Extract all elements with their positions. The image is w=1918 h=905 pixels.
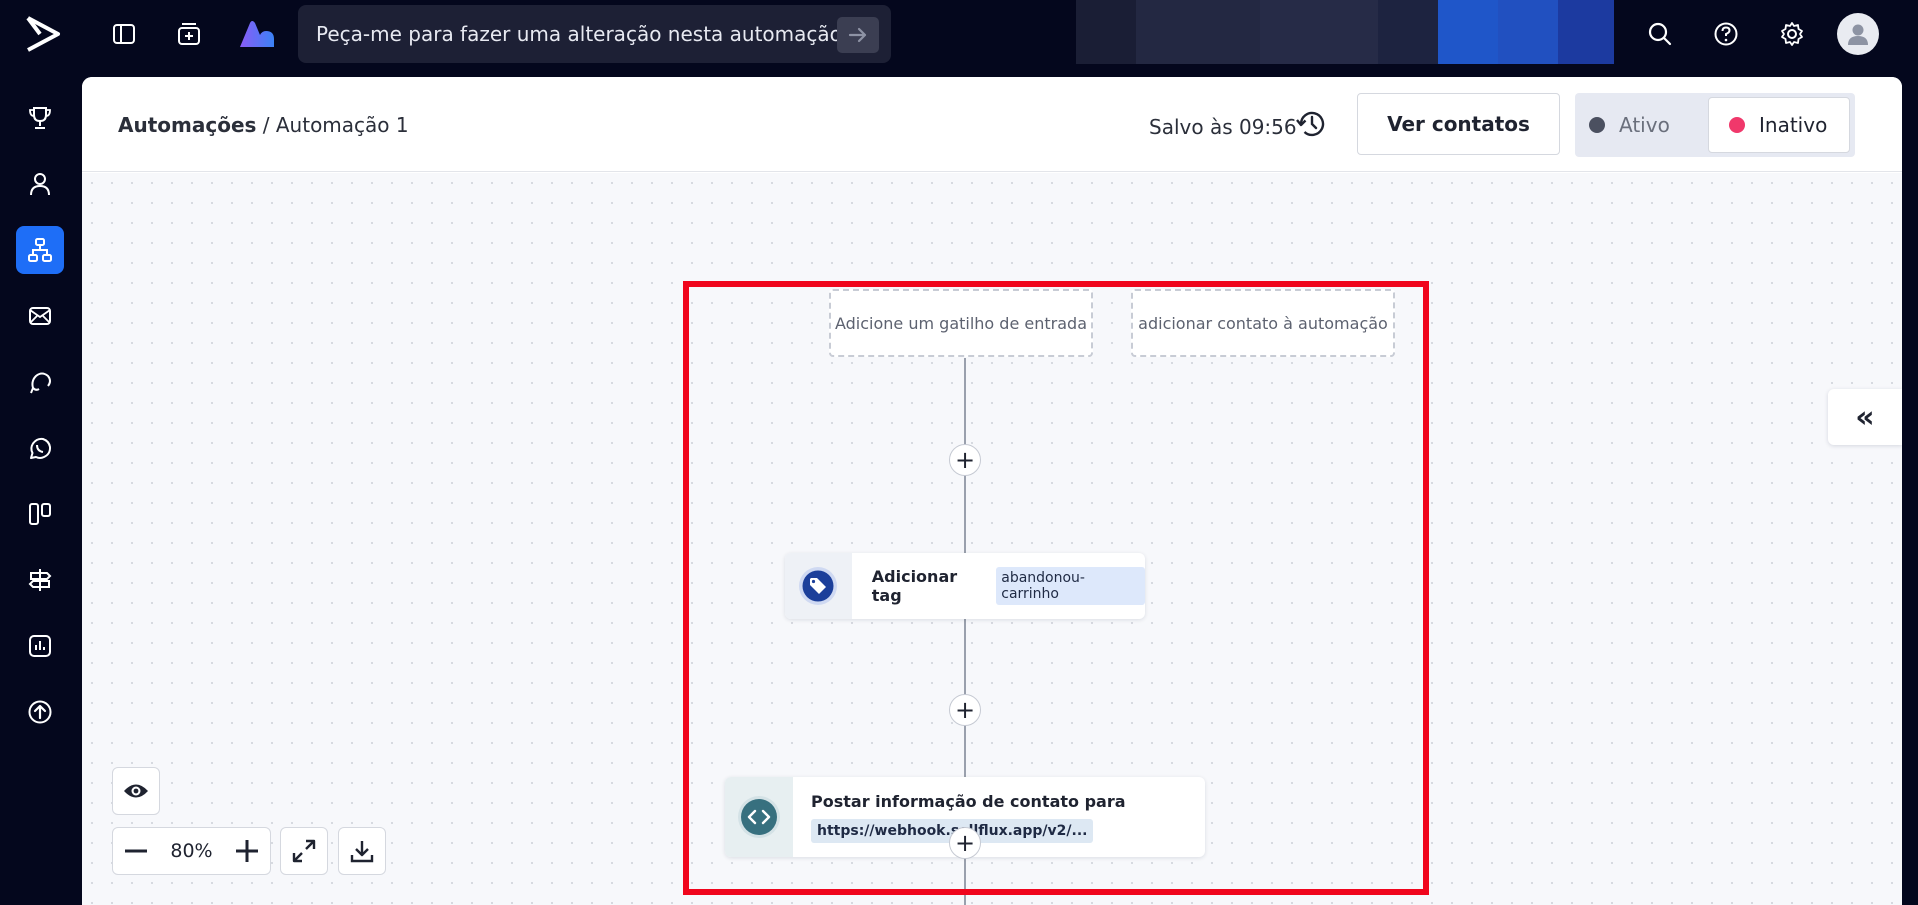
user-avatar[interactable]	[1837, 13, 1879, 55]
search-icon[interactable]	[1644, 18, 1676, 50]
trophy-icon	[29, 107, 51, 129]
minus-icon	[125, 849, 147, 853]
upload-circle-icon	[28, 700, 52, 724]
history-icon[interactable]	[1295, 107, 1329, 141]
zoom-level: 80%	[170, 840, 213, 862]
signpost-icon	[28, 569, 52, 591]
whatsapp-icon	[30, 437, 52, 459]
toggle-active-option[interactable]: Ativo	[1589, 97, 1701, 153]
entry-trigger-placeholder[interactable]: Adicione um gatilho de entrada	[829, 289, 1093, 357]
breadcrumb: Automações / Automação 1	[118, 113, 409, 137]
promo-banner[interactable]	[1076, 0, 1614, 64]
gear-icon[interactable]	[1776, 18, 1808, 50]
tag-node-icon-area	[785, 553, 852, 619]
webhook-node-icon-area	[725, 777, 793, 857]
tag-icon	[799, 567, 838, 605]
add-tag-node[interactable]: Adicionar tag abandonou-carrinho	[785, 553, 1145, 619]
webhook-node-label: Postar informação de contato para	[811, 791, 1126, 811]
sidebar	[0, 70, 80, 905]
tag-node-label: Adicionar tag	[871, 567, 958, 605]
sidebar-item-trophy[interactable]	[16, 94, 64, 142]
zoom-in-button[interactable]	[224, 828, 270, 874]
toggle-active-label: Ativo	[1619, 113, 1670, 137]
breadcrumb-separator: /	[256, 113, 276, 137]
workflow-canvas[interactable]: Adicione um gatilho de entrada adicionar…	[82, 173, 1902, 905]
zoom-control: 80%	[112, 827, 271, 875]
sidebar-item-whatsapp[interactable]	[16, 424, 64, 472]
add-box-icon[interactable]	[173, 18, 205, 50]
help-icon[interactable]	[1710, 18, 1742, 50]
panel-header: Automações / Automação 1 Salvo às 09:56 …	[82, 77, 1902, 172]
automation-flow-icon	[28, 238, 52, 262]
add-step-button[interactable]: +	[949, 827, 981, 859]
view-contacts-button[interactable]: Ver contatos	[1357, 93, 1560, 155]
sidebar-item-upgrade[interactable]	[16, 688, 64, 736]
ai-prompt-text: Peça-me para fazer uma alteração nesta a…	[316, 22, 842, 46]
brand-logo-icon[interactable]	[24, 14, 62, 54]
sidebar-item-reports[interactable]	[16, 622, 64, 670]
sidebar-item-pipeline[interactable]	[16, 490, 64, 538]
kanban-icon	[29, 503, 51, 525]
chart-icon	[29, 635, 51, 657]
sidebar-item-automations[interactable]	[16, 226, 64, 274]
collapse-panel-button[interactable]: «	[1828, 389, 1902, 445]
download-icon	[350, 841, 374, 863]
sidebar-item-routing[interactable]	[16, 556, 64, 604]
active-dot-icon	[1589, 117, 1605, 133]
inactive-dot-icon	[1729, 117, 1745, 133]
toggle-inactive-label: Inativo	[1759, 113, 1828, 137]
sidebar-toggle-icon[interactable]	[108, 18, 140, 50]
status-toggle: Ativo Inativo	[1575, 93, 1855, 157]
sidebar-item-conversations[interactable]	[16, 358, 64, 406]
eye-icon	[124, 784, 148, 798]
plus-icon	[236, 840, 258, 862]
saved-status: Salvo às 09:56	[1149, 115, 1297, 139]
fullscreen-button[interactable]	[280, 827, 328, 875]
tag-chip: abandonou-carrinho	[996, 567, 1145, 605]
chat-bubble-icon	[30, 372, 51, 394]
main-panel: Automações / Automação 1 Salvo às 09:56 …	[82, 77, 1902, 905]
add-step-button[interactable]: +	[949, 694, 981, 726]
ai-prompt-input[interactable]: Peça-me para fazer uma alteração nesta a…	[298, 5, 891, 63]
person-icon	[30, 173, 50, 196]
download-button[interactable]	[338, 827, 386, 875]
expand-icon	[292, 839, 316, 863]
ai-app-icon[interactable]	[238, 18, 276, 50]
tag-node-content: Adicionar tag abandonou-carrinho	[852, 567, 1145, 605]
sidebar-item-email[interactable]	[16, 292, 64, 340]
arrow-right-icon	[848, 27, 867, 43]
zoom-out-button[interactable]	[113, 828, 159, 874]
add-contact-placeholder[interactable]: adicionar contato à automação	[1131, 289, 1395, 357]
preview-button[interactable]	[112, 767, 160, 815]
user-avatar-icon	[1848, 24, 1868, 45]
top-bar: Peça-me para fazer uma alteração nesta a…	[0, 0, 1918, 70]
breadcrumb-root-link[interactable]: Automações	[118, 113, 256, 137]
add-step-button[interactable]: +	[949, 444, 981, 476]
mail-icon	[29, 307, 51, 325]
code-icon	[738, 796, 780, 838]
toggle-inactive-option[interactable]: Inativo	[1708, 97, 1850, 153]
prompt-send-button[interactable]	[837, 17, 879, 53]
sidebar-item-contacts[interactable]	[16, 160, 64, 208]
breadcrumb-current: Automação 1	[275, 113, 409, 137]
